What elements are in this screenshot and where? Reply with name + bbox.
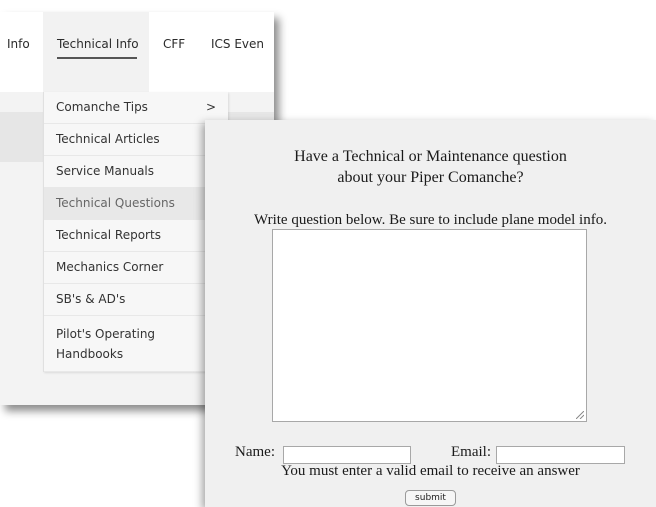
menu-item-service-manuals[interactable]: Service Manuals bbox=[44, 156, 228, 188]
question-textarea[interactable] bbox=[272, 229, 587, 422]
menu-item-sbs-ads[interactable]: SB's & AD's bbox=[44, 284, 228, 316]
name-field[interactable] bbox=[283, 446, 411, 464]
nav-item-technical-info[interactable]: Technical Info bbox=[57, 37, 139, 51]
technical-info-dropdown: Comanche Tips > Technical Articles Servi… bbox=[43, 92, 228, 372]
top-nav-bar: Info Technical Info CFF ICS Even bbox=[0, 12, 274, 92]
name-label: Name: bbox=[235, 444, 275, 460]
menu-item-label: Technical Reports bbox=[56, 228, 161, 242]
nav-active-underline bbox=[57, 57, 137, 59]
nav-item-ics-events[interactable]: ICS Even bbox=[211, 37, 264, 51]
menu-item-label: Technical Questions bbox=[56, 196, 175, 210]
menu-item-mechanics-corner[interactable]: Mechanics Corner bbox=[44, 252, 228, 284]
nav-active-background bbox=[43, 12, 149, 92]
menu-item-technical-reports[interactable]: Technical Reports bbox=[44, 220, 228, 252]
submit-button[interactable]: submit bbox=[405, 490, 456, 506]
menu-item-label: Service Manuals bbox=[56, 164, 155, 178]
resize-handle-icon[interactable] bbox=[576, 411, 584, 419]
form-title: Have a Technical or Maintenance question… bbox=[205, 146, 656, 188]
menu-item-pilots-operating-handbooks[interactable]: Pilot's Operating Handbooks bbox=[44, 316, 228, 372]
form-title-line-1: Have a Technical or Maintenance question bbox=[294, 148, 567, 165]
menu-item-label: Pilot's Operating Handbooks bbox=[56, 327, 156, 361]
menu-item-label: Comanche Tips bbox=[56, 100, 148, 114]
email-label: Email: bbox=[451, 444, 491, 460]
question-form-panel: Have a Technical or Maintenance question… bbox=[205, 120, 656, 507]
email-note: You must enter a valid email to receive … bbox=[281, 463, 580, 479]
form-instructions: Write question below. Be sure to include… bbox=[254, 212, 607, 228]
form-title-line-2: about your Piper Comanche? bbox=[337, 169, 524, 186]
nav-item-info[interactable]: Info bbox=[7, 37, 30, 51]
menu-item-label: SB's & AD's bbox=[56, 292, 126, 306]
menu-item-label: Mechanics Corner bbox=[56, 260, 164, 274]
email-field[interactable] bbox=[496, 446, 625, 464]
menu-item-technical-questions[interactable]: Technical Questions bbox=[44, 188, 228, 220]
menu-item-label: Technical Articles bbox=[56, 132, 160, 146]
nav-item-cff[interactable]: CFF bbox=[163, 37, 185, 51]
menu-item-comanche-tips[interactable]: Comanche Tips > bbox=[44, 92, 228, 124]
menu-item-technical-articles[interactable]: Technical Articles bbox=[44, 124, 228, 156]
chevron-right-icon: > bbox=[205, 100, 216, 114]
